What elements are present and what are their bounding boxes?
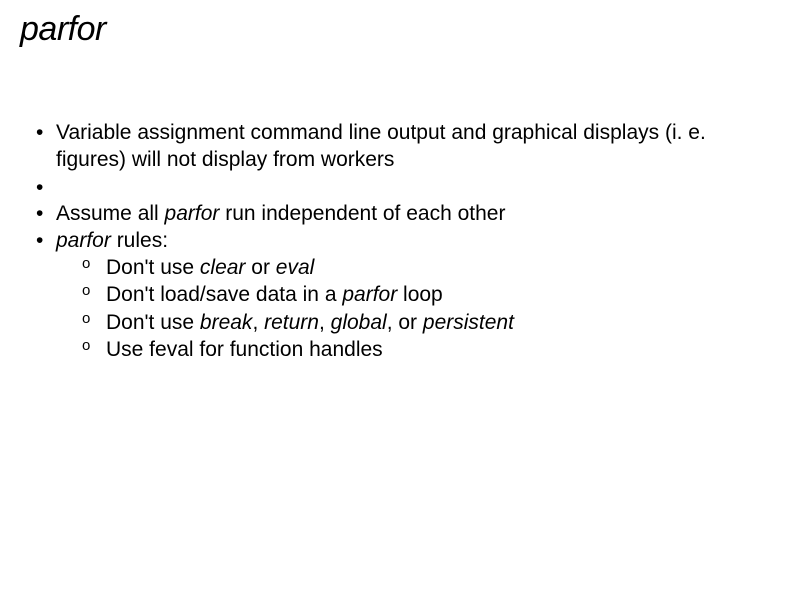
italic-text: parfor <box>342 283 397 306</box>
bullet-item: Assume all parfor run independent of eac… <box>32 200 780 227</box>
sub-bullet-item: Don't load/save data in a parfor loop <box>80 281 780 308</box>
italic-text: eval <box>276 256 315 279</box>
bullet-text: Don't use <box>106 311 200 334</box>
bullet-item: parfor rules: Don't use clear or eval Do… <box>32 227 780 363</box>
italic-text: parfor <box>56 229 111 252</box>
bullet-text: or <box>245 256 275 279</box>
slide: parfor Variable assignment command line … <box>0 0 800 600</box>
sub-bullet-item: Use feval for function handles <box>80 336 780 363</box>
italic-text: global <box>331 311 387 334</box>
italic-text: clear <box>200 256 246 279</box>
slide-title: parfor <box>20 10 780 49</box>
bullet-text: run independent of each other <box>219 202 505 225</box>
bullet-text: rules: <box>111 229 168 252</box>
bullet-text: Don't use <box>106 256 200 279</box>
bullet-text: loop <box>397 283 443 306</box>
bullet-text: Variable assignment command line output … <box>56 121 706 171</box>
sub-bullet-item: Don't use break, return, global, or pers… <box>80 309 780 336</box>
italic-text: parfor <box>165 202 220 225</box>
italic-text: break <box>200 311 253 334</box>
bullet-text: Assume all <box>56 202 165 225</box>
italic-text: persistent <box>423 311 514 334</box>
bullet-text: , or <box>387 311 423 334</box>
bullet-text: , <box>252 311 264 334</box>
bullet-list: Variable assignment command line output … <box>32 119 780 363</box>
bullet-item: Variable assignment command line output … <box>32 119 780 174</box>
sub-bullet-list: Don't use clear or eval Don't load/save … <box>56 254 780 363</box>
bullet-text: Use feval for function handles <box>106 338 383 361</box>
sub-bullet-item: Don't use clear or eval <box>80 254 780 281</box>
slide-content: Variable assignment command line output … <box>20 119 780 363</box>
italic-text: return <box>264 311 319 334</box>
spacer <box>32 174 780 200</box>
bullet-text: Don't load/save data in a <box>106 283 342 306</box>
bullet-text: , <box>319 311 331 334</box>
